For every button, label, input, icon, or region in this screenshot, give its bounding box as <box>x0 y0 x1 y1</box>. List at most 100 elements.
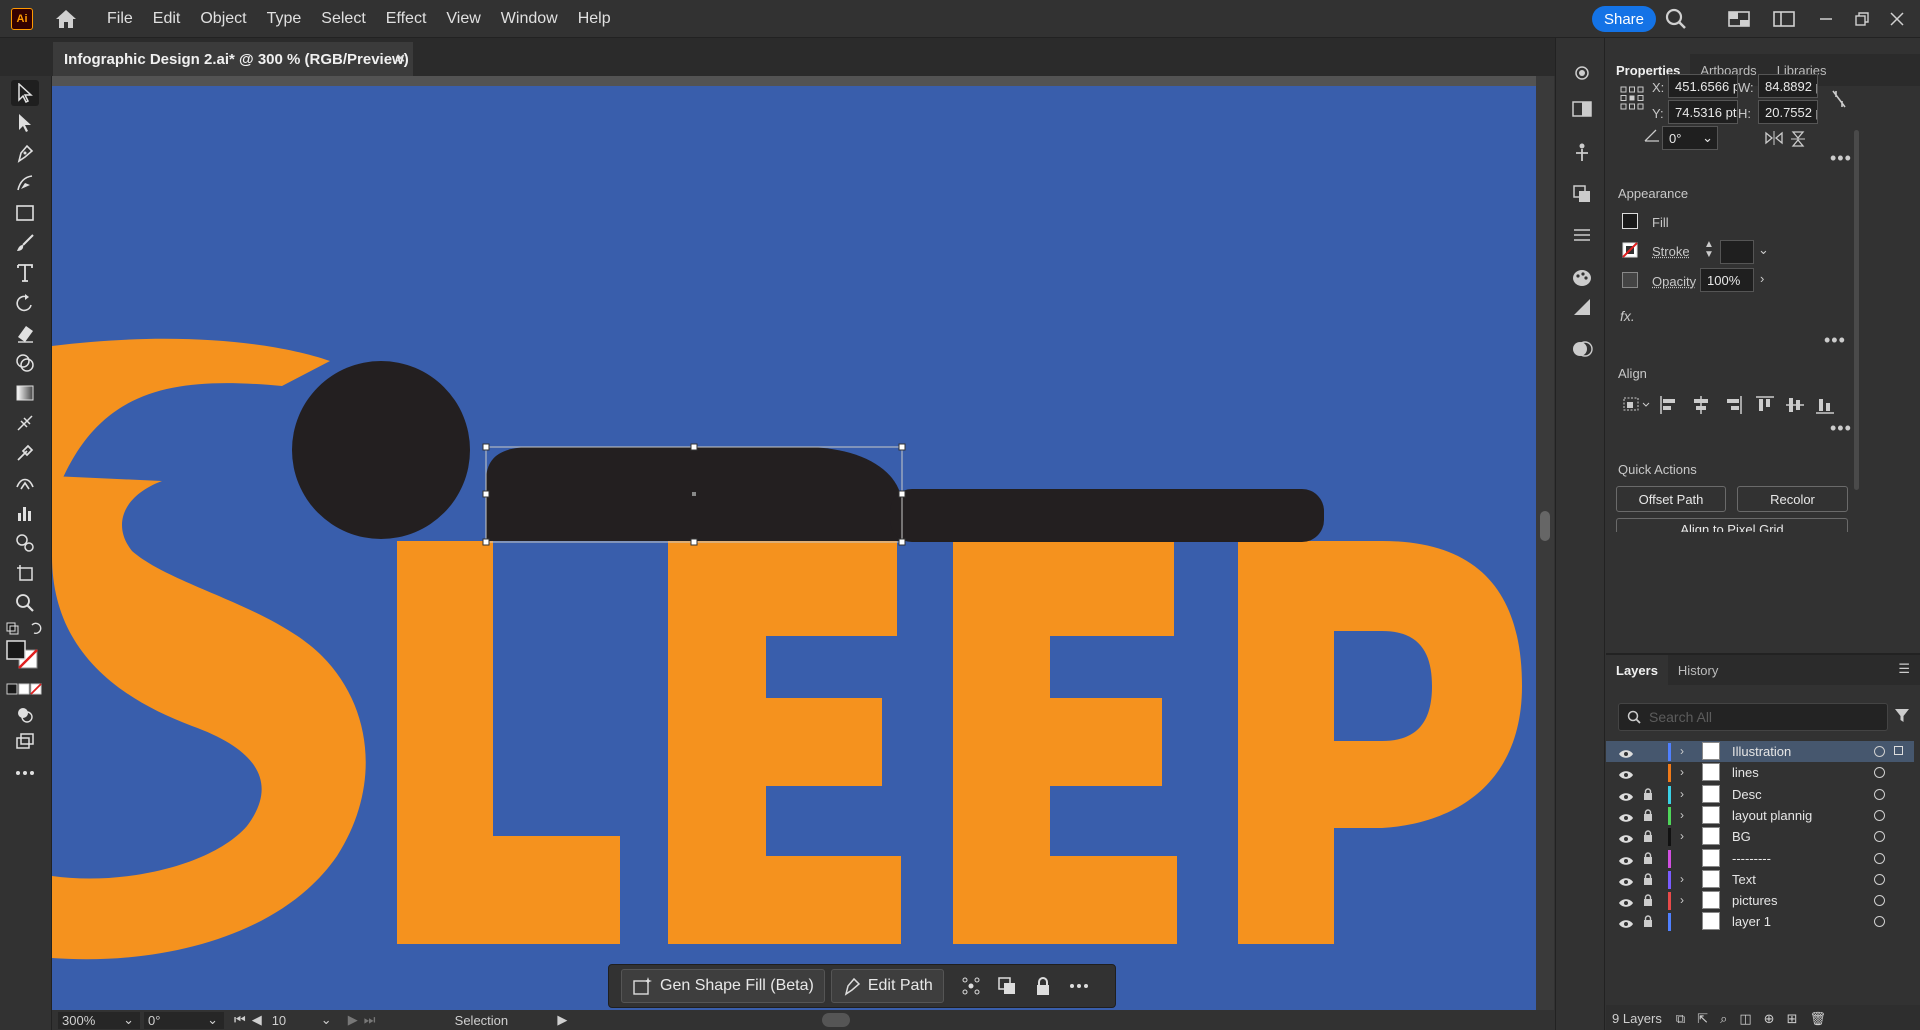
visibility-eye-icon[interactable] <box>1618 832 1634 843</box>
panel-menu-icon[interactable]: ☰ <box>1898 661 1910 677</box>
home-icon[interactable] <box>53 6 79 32</box>
target-icon[interactable] <box>1874 767 1885 779</box>
zoom-field[interactable]: 300% ⌄ <box>58 1011 140 1029</box>
selection-tool-icon[interactable] <box>11 80 39 106</box>
eyedropper-tool-icon[interactable] <box>11 440 39 466</box>
draw-mode-icon[interactable] <box>11 702 39 728</box>
fill-stroke-swatch[interactable] <box>3 638 45 674</box>
stroke-weight-input[interactable] <box>1720 240 1754 264</box>
fill-swatch[interactable] <box>1622 213 1638 229</box>
reference-point-icon[interactable] <box>1620 86 1644 113</box>
offset-path-button[interactable]: Offset Path <box>1616 486 1726 512</box>
layer-search-input[interactable]: Search All <box>1618 703 1888 731</box>
target-icon[interactable] <box>1874 916 1885 928</box>
target-icon[interactable] <box>1874 873 1885 885</box>
artboard-field[interactable]: 10 ⌄ <box>268 1012 338 1029</box>
menu-effect[interactable]: Effect <box>376 10 437 28</box>
document-tab[interactable]: Infographic Design 2.ai* @ 300 % (RGB/Pr… <box>53 42 413 76</box>
target-icon[interactable] <box>1874 852 1885 864</box>
layer-row[interactable]: layer 1 <box>1606 911 1914 932</box>
menu-view[interactable]: View <box>436 10 490 28</box>
width-input[interactable]: 84.8892 pt <box>1758 74 1818 98</box>
visibility-eye-icon[interactable] <box>1618 768 1634 780</box>
constrain-proportions-icon[interactable] <box>1830 88 1848 113</box>
layer-row[interactable]: › lines <box>1606 762 1914 783</box>
opacity-label[interactable]: Opacity <box>1652 274 1696 289</box>
y-input[interactable]: 74.5316 pt <box>1668 100 1738 124</box>
lock-icon[interactable] <box>1642 915 1654 928</box>
gradient-tool-icon[interactable] <box>11 380 39 406</box>
create-new-layer-icon[interactable]: ⊞ <box>1787 1011 1798 1027</box>
height-input[interactable]: 20.7552 pt <box>1758 100 1818 124</box>
puppet-warp-icon[interactable] <box>1569 139 1595 165</box>
layer-name[interactable]: lines <box>1732 765 1759 780</box>
edit-path-button[interactable]: Edit Path <box>830 969 944 1003</box>
flip-vertical-icon[interactable] <box>1790 130 1806 151</box>
visibility-eye-icon[interactable] <box>1618 790 1634 801</box>
layer-row[interactable]: › BG <box>1606 826 1914 847</box>
restore-icon[interactable] <box>1850 7 1874 31</box>
target-icon[interactable] <box>1874 895 1885 907</box>
create-sublayer-icon[interactable]: ⊕ <box>1764 1011 1775 1027</box>
properties-scrollbar[interactable] <box>1854 130 1859 490</box>
arrange-documents-icon[interactable] <box>1727 7 1751 31</box>
brightness-icon[interactable] <box>1569 60 1595 86</box>
screen-mode-icon[interactable] <box>11 728 39 754</box>
layer-name[interactable]: Illustration <box>1732 744 1791 759</box>
target-icon[interactable] <box>1874 746 1885 757</box>
align-more-icon[interactable]: ••• <box>1830 418 1852 439</box>
expand-chevron-icon[interactable]: › <box>1680 787 1684 801</box>
eraser-tool-icon[interactable] <box>11 320 39 346</box>
layer-name[interactable]: Text <box>1732 872 1756 887</box>
chevron-right-icon[interactable]: › <box>1760 271 1764 286</box>
menu-select[interactable]: Select <box>311 10 375 28</box>
menu-type[interactable]: Type <box>257 10 312 28</box>
align-vertical-center-icon[interactable] <box>1784 394 1806 416</box>
share-button[interactable]: Share <box>1592 6 1656 32</box>
align-horizontal-center-icon[interactable] <box>1690 394 1712 416</box>
artboard-tool-icon[interactable] <box>11 560 39 586</box>
visibility-eye-icon[interactable] <box>1618 875 1634 886</box>
layer-name[interactable]: layout plannig <box>1732 808 1812 823</box>
menu-file[interactable]: File <box>97 10 143 28</box>
pathfinder-icon[interactable] <box>1569 181 1595 207</box>
visibility-eye-icon[interactable] <box>1618 854 1634 865</box>
vertical-scrollbar[interactable] <box>1536 76 1554 1010</box>
scroll-thumb[interactable] <box>1540 511 1550 541</box>
target-icon[interactable] <box>1874 788 1885 800</box>
menu-edit[interactable]: Edit <box>143 10 191 28</box>
last-artboard-icon[interactable]: ⏭ <box>364 1012 376 1028</box>
mesh-tool-icon[interactable] <box>11 410 39 436</box>
rotate-tool-icon[interactable] <box>11 290 39 316</box>
align-right-icon[interactable] <box>1722 394 1744 416</box>
align-to-icon[interactable] <box>1622 394 1652 417</box>
expand-chevron-icon[interactable]: › <box>1680 808 1684 822</box>
search-icon[interactable] <box>1664 7 1688 31</box>
blend-tool-icon[interactable] <box>11 470 39 496</box>
opacity-input[interactable]: 100% <box>1700 268 1754 292</box>
x-input[interactable]: 451.6566 pt <box>1668 74 1738 98</box>
direct-selection-tool-icon[interactable] <box>11 110 39 136</box>
first-artboard-icon[interactable]: ⏮ <box>234 1012 246 1028</box>
visibility-eye-icon[interactable] <box>1618 896 1634 907</box>
tab-layers[interactable]: Layers <box>1606 655 1668 685</box>
lock-icon[interactable] <box>1642 873 1654 885</box>
appearance-more-icon[interactable]: ••• <box>1824 330 1846 351</box>
visibility-eye-icon[interactable] <box>1618 917 1634 929</box>
align-bottom-icon[interactable] <box>1814 394 1836 416</box>
layer-row[interactable]: › Desc <box>1606 784 1914 805</box>
stroke-panel-icon[interactable] <box>1569 222 1595 248</box>
transparency-icon[interactable] <box>1569 96 1595 122</box>
layer-name[interactable]: BG <box>1732 829 1751 844</box>
locate-object-icon[interactable]: ⌕ <box>1720 1011 1727 1027</box>
close-tab-icon[interactable]: × <box>396 50 405 67</box>
shape-builder-tool-icon[interactable] <box>11 350 39 376</box>
menu-help[interactable]: Help <box>568 10 621 28</box>
minimize-icon[interactable] <box>1814 7 1838 31</box>
close-window-icon[interactable] <box>1885 7 1909 31</box>
transform-more-icon[interactable]: ••• <box>1830 148 1852 169</box>
stroke-label[interactable]: Stroke <box>1652 244 1690 259</box>
align-left-icon[interactable] <box>1658 394 1680 416</box>
pen-tool-icon[interactable] <box>11 140 39 166</box>
zoom-tool-icon[interactable] <box>11 590 39 616</box>
